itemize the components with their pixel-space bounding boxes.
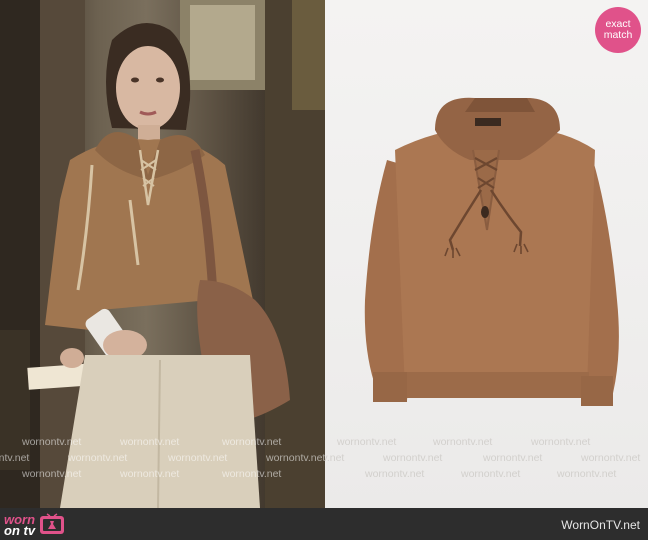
watermark-text: wornontv.net bbox=[266, 452, 325, 464]
footer-bar: worn on tv WornOnTV.net bbox=[0, 508, 648, 540]
watermark-text: wornontv.net bbox=[168, 452, 228, 464]
logo-ontv-text: on tv bbox=[4, 523, 36, 538]
site-logo[interactable]: worn on tv bbox=[4, 512, 65, 538]
watermark-text: wornontv.net bbox=[365, 468, 425, 480]
watermark-text: wornontv.net bbox=[461, 468, 521, 480]
watermark-text: wornontv.net bbox=[433, 436, 493, 448]
sweater-illustration bbox=[364, 97, 619, 406]
scene-photo: wornontv.net wornontv.net wornontv.net w… bbox=[0, 0, 325, 508]
product-photo: wornontv.net wornontv.net wornontv.net w… bbox=[325, 0, 648, 508]
watermark-text: wornontv.net bbox=[120, 436, 180, 448]
watermark-text: wornontv.net bbox=[222, 436, 282, 448]
watermark-text: wornontv.net bbox=[68, 452, 128, 464]
watermark-text: wornontv.net bbox=[383, 452, 443, 464]
watermark-text: wornontv.net bbox=[120, 468, 180, 480]
watermark-text: wornontv.net bbox=[22, 436, 82, 448]
watermark-text: wornontv.net bbox=[531, 436, 591, 448]
tv-dress-icon bbox=[40, 513, 65, 534]
exact-match-badge: exact match bbox=[595, 7, 641, 53]
watermark-text: wornontv.net bbox=[557, 468, 617, 480]
badge-line2: match bbox=[603, 29, 633, 41]
site-url[interactable]: WornOnTV.net bbox=[561, 518, 640, 532]
watermark-text: wornontv.net bbox=[22, 468, 82, 480]
watermark-text: wornontv.net bbox=[0, 452, 30, 464]
watermark-text: wornontv.net bbox=[483, 452, 543, 464]
watermark-text: wornontv.net bbox=[222, 468, 282, 480]
scene-illustration bbox=[0, 0, 325, 508]
watermark-text: wornontv.net bbox=[337, 436, 397, 448]
watermark-text: wornontv.net bbox=[581, 452, 641, 464]
watermark-text: wornontv.net bbox=[325, 452, 345, 464]
